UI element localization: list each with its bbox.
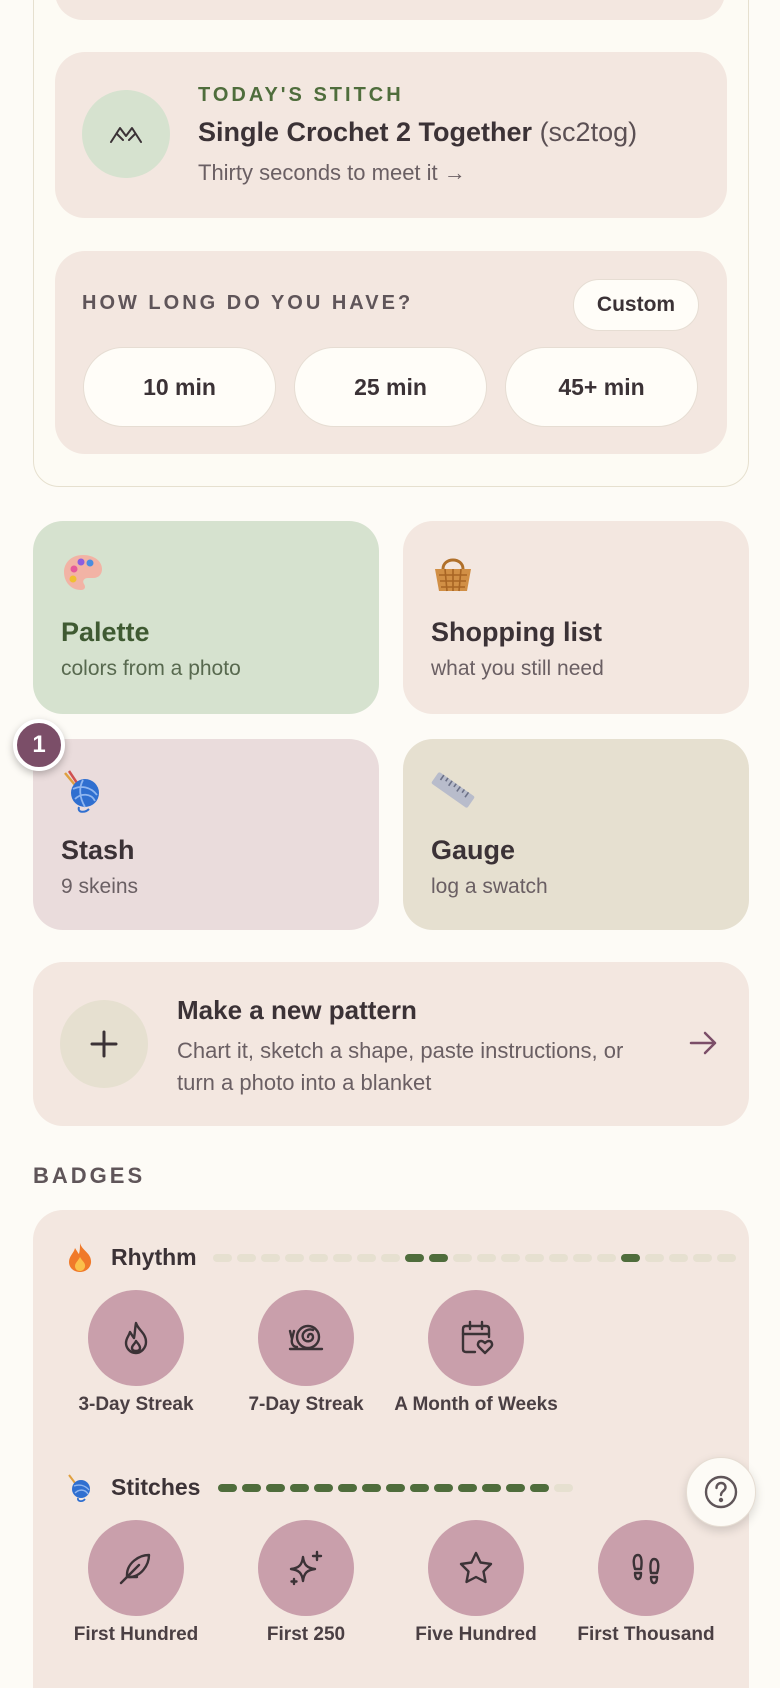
progress-dot: [386, 1484, 405, 1492]
stitches-category-title: Stitches: [111, 1474, 201, 1500]
time-question: HOW LONG DO YOU HAVE?: [82, 292, 414, 314]
progress-dot: [530, 1484, 549, 1492]
rhythm-progress: [213, 1254, 736, 1262]
palette-tile[interactable]: Palette colors from a photo: [33, 521, 379, 714]
progress-dot: [621, 1254, 640, 1262]
plus-icon: [60, 1000, 148, 1088]
progress-dot: [309, 1254, 328, 1262]
stitches-progress: [218, 1484, 573, 1492]
progress-dot: [597, 1254, 616, 1262]
time-option-10[interactable]: 10 min: [83, 347, 276, 427]
basket-icon: [429, 549, 477, 597]
stitch-abbreviation: (sc2tog): [539, 117, 638, 147]
palette-icon: [59, 549, 107, 597]
progress-dot: [482, 1484, 501, 1492]
progress-dot: [261, 1254, 280, 1262]
stash-subtitle: 9 skeins: [61, 875, 139, 898]
progress-dot: [381, 1254, 400, 1262]
todays-stitch-eyebrow: TODAY'S STITCH: [198, 84, 404, 106]
progress-dot: [410, 1484, 429, 1492]
progress-dot: [573, 1254, 592, 1262]
progress-dot: [218, 1484, 237, 1492]
gauge-subtitle: log a swatch: [431, 875, 548, 898]
progress-dot: [434, 1484, 453, 1492]
badge-label-first-thousand: First Thousand: [577, 1624, 715, 1645]
progress-dot: [645, 1254, 664, 1262]
progress-dot: [554, 1484, 573, 1492]
progress-dot: [290, 1484, 309, 1492]
badge-3-day-streak[interactable]: [88, 1290, 184, 1386]
ruler-icon: [429, 767, 477, 815]
shopping-list-title: Shopping list: [431, 617, 602, 647]
progress-dot: [314, 1484, 333, 1492]
time-option-45[interactable]: 45+ min: [505, 347, 698, 427]
shopping-list-tile[interactable]: Shopping list what you still need: [403, 521, 749, 714]
progress-dot: [717, 1254, 736, 1262]
time-option-25[interactable]: 25 min: [294, 347, 487, 427]
yarn-emoji-icon: [66, 1471, 94, 1503]
stash-tile[interactable]: Stash 9 skeins: [33, 739, 379, 930]
progress-dot: [525, 1254, 544, 1262]
flame-emoji-icon: [66, 1241, 94, 1273]
step-number-badge: 1: [13, 719, 65, 771]
shopping-list-subtitle: what you still need: [431, 657, 604, 680]
badge-month-of-weeks[interactable]: [428, 1290, 524, 1386]
progress-dot: [405, 1254, 424, 1262]
progress-dot: [242, 1484, 261, 1492]
badge-first-thousand[interactable]: [598, 1520, 694, 1616]
badge-label-3-day: 3-Day Streak: [78, 1394, 194, 1415]
progress-dot: [357, 1254, 376, 1262]
stash-title: Stash: [61, 835, 135, 865]
badges-heading: BADGES: [33, 1163, 146, 1188]
progress-dot: [501, 1254, 520, 1262]
stitch-name-text: Single Crochet 2 Together: [198, 117, 533, 147]
progress-dot: [429, 1254, 448, 1262]
gauge-tile[interactable]: Gauge log a swatch: [403, 739, 749, 930]
progress-dot: [362, 1484, 381, 1492]
badge-label-first-hundred: First Hundred: [73, 1624, 199, 1645]
palette-title: Palette: [61, 617, 150, 647]
new-pattern-title: Make a new pattern: [177, 995, 417, 1025]
help-button[interactable]: [686, 1457, 756, 1527]
progress-dot: [506, 1484, 525, 1492]
badge-label-7-day: 7-Day Streak: [248, 1394, 364, 1415]
progress-dot: [453, 1254, 472, 1262]
progress-dot: [285, 1254, 304, 1262]
arrow-right-icon: [688, 1028, 718, 1063]
stitch-subtitle-link[interactable]: Thirty seconds to meet it →: [198, 160, 466, 186]
stitch-name[interactable]: Single Crochet 2 Together (sc2tog): [198, 117, 637, 148]
progress-dot: [693, 1254, 712, 1262]
progress-dot: [237, 1254, 256, 1262]
badge-five-hundred[interactable]: [428, 1520, 524, 1616]
progress-dot: [458, 1484, 477, 1492]
badge-label-first-250: First 250: [266, 1624, 346, 1645]
progress-dot: [477, 1254, 496, 1262]
badge-first-hundred[interactable]: [88, 1520, 184, 1616]
gauge-title: Gauge: [431, 835, 516, 865]
rhythm-category-title: Rhythm: [111, 1244, 197, 1270]
yarn-icon: [59, 767, 107, 815]
progress-dot: [338, 1484, 357, 1492]
palette-subtitle: colors from a photo: [61, 657, 241, 680]
stitch-icon: [82, 90, 170, 178]
progress-dot: [333, 1254, 352, 1262]
badge-7-day-streak[interactable]: [258, 1290, 354, 1386]
badge-label-five-hundred: Five Hundred: [415, 1624, 537, 1645]
badges-card: [33, 1210, 749, 1688]
new-pattern-subtitle: Chart it, sketch a shape, paste instruct…: [177, 1038, 624, 1095]
previous-card-edge: [55, 0, 725, 20]
badge-first-250[interactable]: [258, 1520, 354, 1616]
progress-dot: [266, 1484, 285, 1492]
progress-dot: [213, 1254, 232, 1262]
badge-label-month: A Month of Weeks: [394, 1394, 558, 1415]
custom-time-button[interactable]: Custom: [573, 279, 699, 331]
progress-dot: [669, 1254, 688, 1262]
progress-dot: [549, 1254, 568, 1262]
